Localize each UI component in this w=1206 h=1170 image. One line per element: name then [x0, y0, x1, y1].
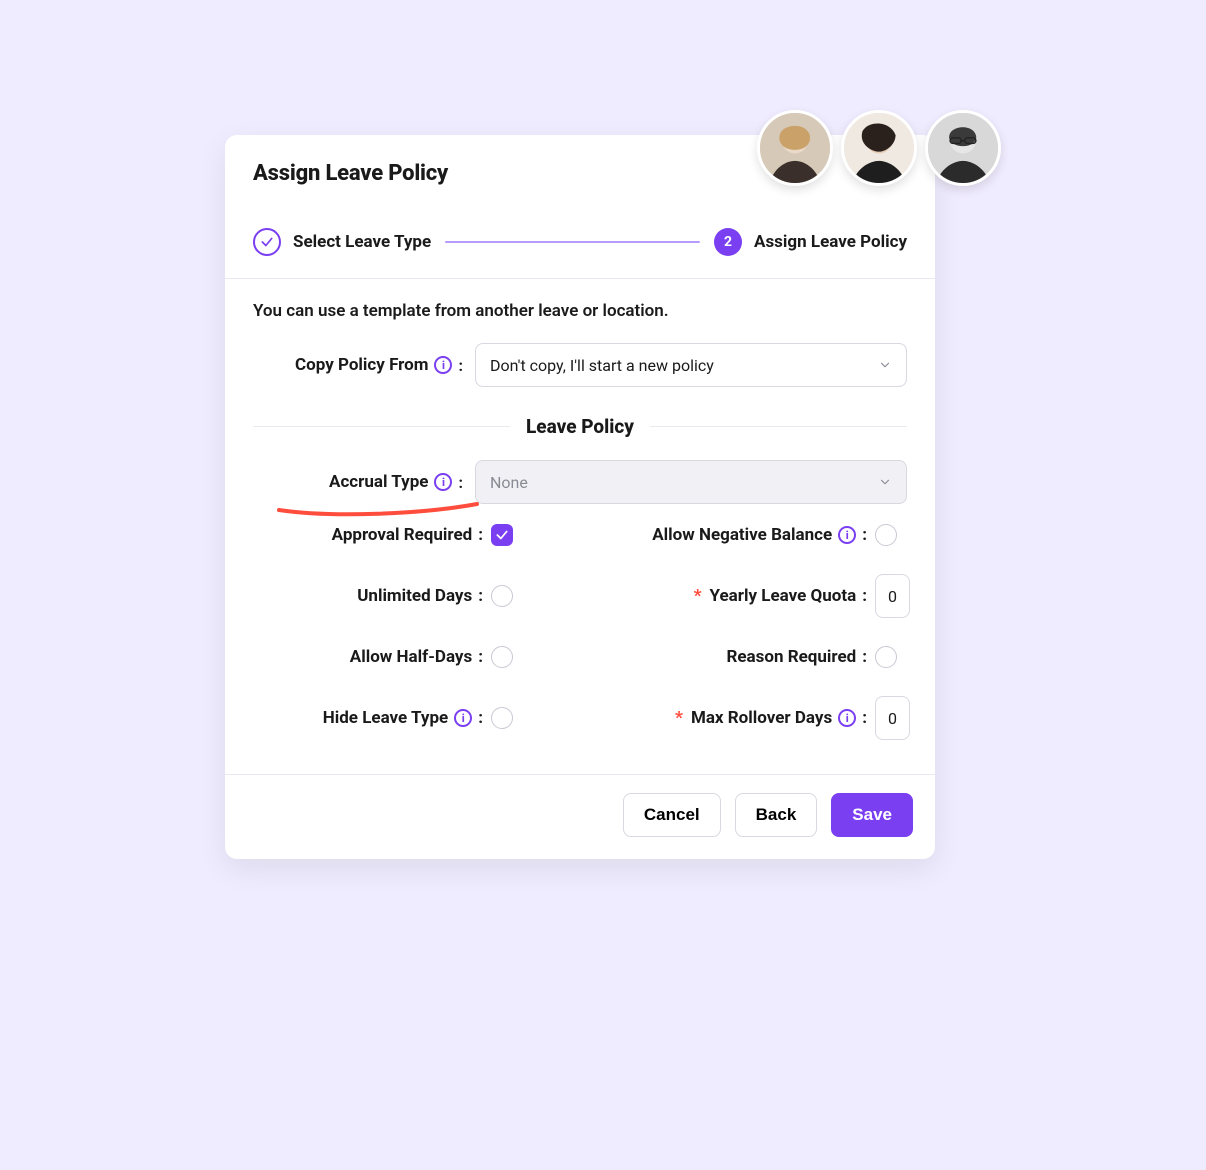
checkbox-hide-leave-type[interactable]: [491, 707, 513, 729]
avatar: [757, 110, 833, 186]
checkbox-allow-negative-balance[interactable]: [875, 524, 897, 546]
info-icon[interactable]: i: [454, 709, 472, 727]
label-allow-negative-balance: Allow Negative Balance i :: [523, 525, 867, 545]
help-text: You can use a template from another leav…: [253, 301, 907, 321]
checkbox-reason-required[interactable]: [875, 646, 897, 668]
dialog-footer: Cancel Back Save: [225, 774, 935, 859]
label-text: Allow Negative Balance: [652, 525, 832, 545]
label-yearly-leave-quota: * Yearly Leave Quota :: [523, 586, 867, 606]
dialog-body: You can use a template from another leav…: [225, 279, 935, 748]
label-text: Approval Required: [332, 525, 473, 545]
label-copy-policy-from: Copy Policy From i :: [253, 355, 463, 375]
info-icon[interactable]: i: [434, 356, 452, 374]
back-button[interactable]: Back: [735, 793, 818, 837]
step-label: Select Leave Type: [293, 232, 431, 252]
input-yearly-leave-quota[interactable]: 0: [875, 574, 910, 618]
info-icon[interactable]: i: [838, 526, 856, 544]
person-icon: [760, 113, 830, 183]
control-max-rollover-days: 0: [867, 696, 907, 740]
label-approval-required: Approval Required :: [253, 525, 483, 545]
info-icon[interactable]: i: [434, 473, 452, 491]
checkbox-unlimited-days[interactable]: [491, 585, 513, 607]
avatar-stack: [757, 110, 1001, 186]
highlight-underline-icon: [273, 494, 483, 524]
step-select-leave-type[interactable]: Select Leave Type: [253, 228, 431, 256]
step-assign-leave-policy[interactable]: 2 Assign Leave Policy: [714, 228, 907, 256]
checkbox-approval-required[interactable]: [491, 524, 513, 546]
divider: [253, 426, 510, 427]
save-button[interactable]: Save: [831, 793, 913, 837]
input-value: 0: [888, 587, 897, 606]
step-number-icon: 2: [714, 228, 742, 256]
select-value: None: [490, 473, 528, 492]
label-text: Yearly Leave Quota: [709, 586, 856, 606]
person-icon: [844, 113, 914, 183]
colon: :: [458, 356, 463, 375]
checkbox-allow-half-days[interactable]: [491, 646, 513, 668]
input-value: 0: [888, 709, 897, 728]
check-icon: [495, 528, 509, 542]
colon: :: [458, 473, 463, 492]
control-approval-required: [483, 524, 523, 546]
chevron-down-icon: [878, 358, 892, 372]
control-allow-half-days: [483, 646, 523, 668]
row-accrual-type: Accrual Type i : None: [253, 460, 907, 504]
label-text: Hide Leave Type: [323, 708, 448, 728]
label-text: Copy Policy From: [295, 355, 428, 375]
section-title: Leave Policy: [526, 415, 634, 438]
label-text: Unlimited Days: [357, 586, 472, 606]
row-copy-policy-from: Copy Policy From i : Don't copy, I'll st…: [253, 343, 907, 387]
required-asterisk-icon: *: [675, 708, 683, 728]
control-allow-negative-balance: [867, 524, 907, 546]
select-value: Don't copy, I'll start a new policy: [490, 356, 714, 375]
control-hide-leave-type: [483, 707, 523, 729]
section-heading-leave-policy: Leave Policy: [253, 415, 907, 438]
label-accrual-type: Accrual Type i :: [253, 472, 463, 492]
control-unlimited-days: [483, 585, 523, 607]
policy-grid: Approval Required : Allow Negative Balan…: [253, 524, 907, 740]
input-max-rollover-days[interactable]: 0: [875, 696, 910, 740]
select-accrual-type[interactable]: None: [475, 460, 907, 504]
stepper: Select Leave Type 2 Assign Leave Policy: [225, 206, 935, 278]
dialog-assign-leave-policy: Assign Leave Policy Select Leave Type 2 …: [225, 135, 935, 859]
cancel-button[interactable]: Cancel: [623, 793, 721, 837]
page-background: Assign Leave Policy Select Leave Type 2 …: [30, 30, 1176, 1140]
label-max-rollover-days: * Max Rollover Days i :: [523, 708, 867, 728]
chevron-down-icon: [878, 475, 892, 489]
control-yearly-leave-quota: 0: [867, 574, 907, 618]
divider: [650, 426, 907, 427]
required-asterisk-icon: *: [694, 586, 702, 606]
label-text: Max Rollover Days: [691, 708, 832, 728]
control-reason-required: [867, 646, 907, 668]
person-icon: [928, 113, 998, 183]
label-allow-half-days: Allow Half-Days :: [253, 647, 483, 667]
label-text: Reason Required: [726, 647, 856, 667]
avatar: [925, 110, 1001, 186]
label-text: Allow Half-Days: [350, 647, 472, 667]
label-unlimited-days: Unlimited Days :: [253, 586, 483, 606]
info-icon[interactable]: i: [838, 709, 856, 727]
label-reason-required: Reason Required :: [523, 647, 867, 667]
check-icon: [253, 228, 281, 256]
label-hide-leave-type: Hide Leave Type i :: [253, 708, 483, 728]
label-text: Accrual Type: [329, 472, 428, 492]
stepper-line: [445, 241, 700, 243]
select-copy-policy-from[interactable]: Don't copy, I'll start a new policy: [475, 343, 907, 387]
avatar: [841, 110, 917, 186]
step-label: Assign Leave Policy: [754, 232, 907, 252]
